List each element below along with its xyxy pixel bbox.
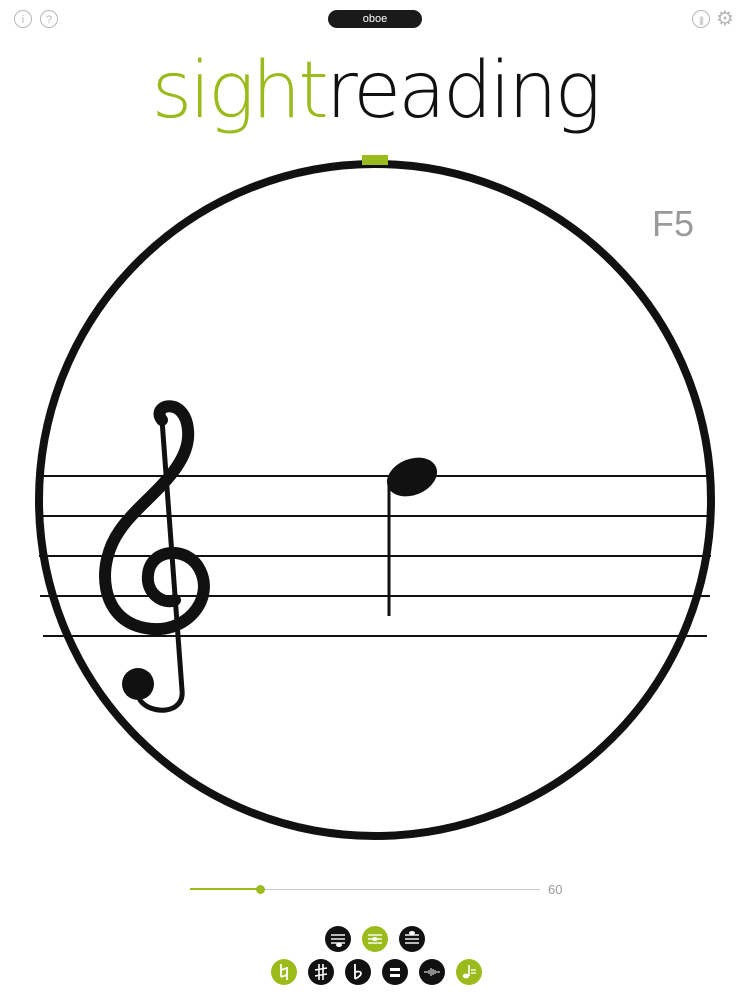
range-low-button[interactable] xyxy=(325,926,351,952)
metronome-icon xyxy=(462,965,476,979)
progress-indicator xyxy=(362,155,388,165)
microphone-signal-icon xyxy=(424,968,440,976)
range-high-button[interactable] xyxy=(399,926,425,952)
range-low-icon xyxy=(331,934,345,947)
microphone-signal-button[interactable] xyxy=(419,959,445,985)
sharp-button[interactable] xyxy=(308,959,334,985)
treble-clef-icon xyxy=(99,400,210,713)
metronome-button[interactable] xyxy=(456,959,482,985)
flat-icon xyxy=(354,964,362,980)
natural-button[interactable] xyxy=(271,959,297,985)
range-mid-icon xyxy=(368,934,382,944)
pause-icon xyxy=(390,968,400,977)
tempo-slider-fill xyxy=(190,888,260,890)
range-high-icon xyxy=(405,931,419,944)
pause-button[interactable] xyxy=(382,959,408,985)
flat-button[interactable] xyxy=(345,959,371,985)
sharp-icon xyxy=(314,964,328,980)
tempo-slider-knob[interactable] xyxy=(256,885,265,894)
natural-icon xyxy=(280,964,288,980)
tempo-value: 60 xyxy=(548,882,563,897)
range-mid-button[interactable] xyxy=(362,926,388,952)
treble-clef-dot xyxy=(122,668,154,700)
notation-area xyxy=(35,155,715,840)
